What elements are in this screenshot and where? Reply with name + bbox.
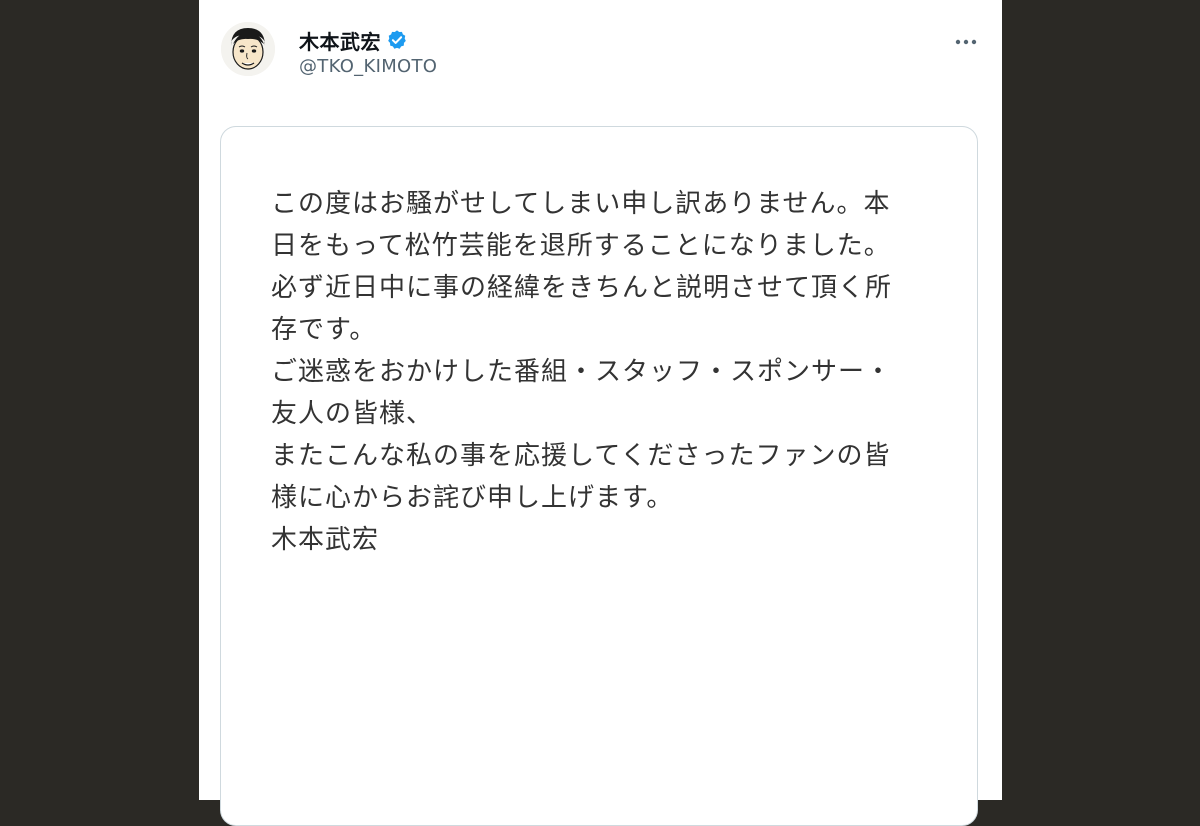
statement-signature: 木本武宏 [271, 519, 951, 561]
statement-line: 日をもって松竹芸能を退所することになりました。 [271, 231, 891, 261]
display-name[interactable]: 木本武宏 [299, 26, 381, 55]
statement-paragraph-3: ご迷惑をおかけした番組・スタッフ・スポンサー・ 友人の皆様、 またこんな私の事を… [271, 351, 951, 519]
statement-line: この度はお騒がせしてしまい申し訳ありません。本 [271, 189, 891, 219]
apology-statement: この度はお騒がせしてしまい申し訳ありません。本 日をもって松竹芸能を退所すること… [271, 183, 951, 561]
more-horizontal-icon [955, 39, 977, 45]
statement-line: ご迷惑をおかけした番組・スタッフ・スポンサー・ [271, 357, 893, 387]
avatar[interactable] [221, 22, 275, 76]
statement-line: 様に心からお詫び申し上げます。 [271, 483, 674, 513]
statement-line: 必ず近日中に事の経緯をきちんと説明させて頂く所 [271, 273, 893, 303]
statement-paragraph-2: 必ず近日中に事の経緯をきちんと説明させて頂く所 存です。 [271, 267, 951, 351]
statement-line: またこんな私の事を応援してくださったファンの皆 [271, 441, 891, 471]
statement-paragraph-1: この度はお騒がせしてしまい申し訳ありません。本 日をもって松竹芸能を退所すること… [271, 183, 951, 267]
more-options-button[interactable] [948, 30, 984, 54]
author-name-row[interactable]: 木本武宏 [299, 24, 408, 56]
statement-line: 存です。 [271, 315, 377, 345]
author-handle[interactable]: @TKO_KIMOTO [299, 56, 437, 77]
signature-text: 木本武宏 [271, 525, 380, 555]
statement-line: 友人の皆様、 [271, 399, 434, 429]
verified-badge-icon [386, 29, 408, 51]
caricature-avatar-icon [221, 22, 275, 76]
